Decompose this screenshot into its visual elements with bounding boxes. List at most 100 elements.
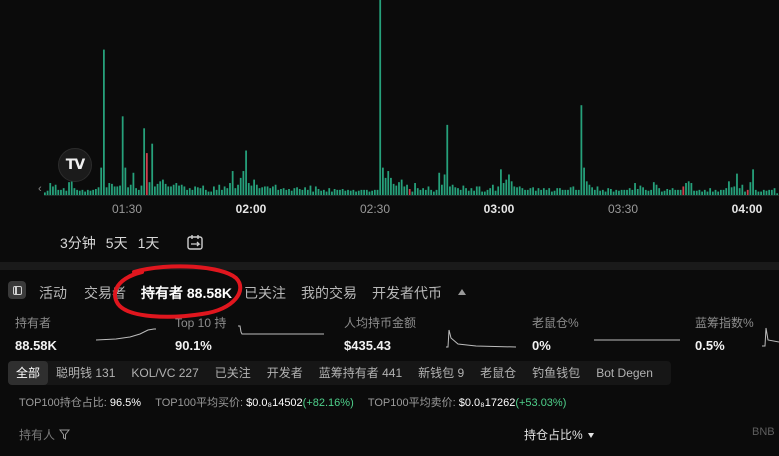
interval-1d[interactable]: 1天 <box>138 233 160 253</box>
volume-bar-up <box>239 177 242 195</box>
volume-bar-up <box>62 188 65 195</box>
filter-bot-degen[interactable]: Bot Degen <box>588 361 661 385</box>
column-share[interactable]: 持仓占比% <box>524 426 595 443</box>
filter-developer[interactable]: 开发者 <box>259 361 311 385</box>
collapse-up-icon[interactable] <box>458 289 466 295</box>
volume-bar-up <box>231 171 234 195</box>
interval-5d[interactable]: 5天 <box>106 233 128 253</box>
volume-bar-up <box>387 171 390 195</box>
volume-bar-up <box>537 188 540 195</box>
volume-bar-up <box>644 189 647 195</box>
volume-bar-up <box>752 169 754 195</box>
volume-bar-up <box>360 189 363 195</box>
volume-bar-up <box>298 189 301 195</box>
interval-3min[interactable]: 3分钟 <box>60 233 96 253</box>
tab-dev-tokens[interactable]: 开发者代币 <box>372 283 442 303</box>
volume-bar-up <box>550 191 553 195</box>
volume-bar-up <box>274 184 277 195</box>
replay-calendar-icon[interactable] <box>185 234 205 252</box>
tab-holders[interactable]: 持有者 88.58K <box>141 283 232 303</box>
volume-bar-up <box>773 188 776 195</box>
filter-smart-money[interactable]: 聪明钱 131 <box>48 361 123 385</box>
tab-traders[interactable]: 交易者 <box>84 283 126 303</box>
volume-bar-up <box>285 189 288 195</box>
volume-bar-up <box>760 191 762 195</box>
volume-bar-up <box>575 189 577 195</box>
volume-bar-up <box>167 186 170 195</box>
filter-kol-vc[interactable]: KOL/VC 227 <box>123 361 206 385</box>
volume-bar-up <box>687 181 690 195</box>
filter-all[interactable]: 全部 <box>8 361 49 385</box>
volume-bar-up <box>390 177 392 195</box>
filter-bluechip-holders[interactable]: 蓝筹持有者 441 <box>311 361 410 385</box>
volume-bar-up <box>188 188 191 195</box>
volume-bar-up <box>180 184 183 195</box>
volume-bar-up <box>269 188 272 195</box>
volume-bar-up <box>266 186 269 195</box>
tab-my-trades[interactable]: 我的交易 <box>301 283 357 303</box>
top100-sell-change: (+53.03%) <box>515 397 567 409</box>
volume-bar-up <box>502 183 505 195</box>
volume-bar-up <box>658 188 661 195</box>
volume-bar-up <box>44 192 46 195</box>
panel-toggle-button[interactable] <box>8 281 26 299</box>
volume-bar-up <box>483 191 486 195</box>
tab-activity[interactable]: 活动 <box>39 283 67 303</box>
tab-followed[interactable]: 已关注 <box>244 283 286 303</box>
volume-bar-up <box>140 185 143 195</box>
volume-bar-up <box>213 186 215 195</box>
volume-bar-up <box>148 182 151 195</box>
top10-sparkline <box>238 325 324 335</box>
holders-sparkline <box>96 328 156 341</box>
volume-bar-up <box>242 171 245 195</box>
tradingview-logo-icon[interactable]: TV <box>58 148 92 182</box>
volume-bar-up <box>457 188 459 195</box>
volume-bar-down <box>408 189 411 195</box>
scroll-left-icon[interactable]: ‹ <box>38 183 42 195</box>
volume-bar-up <box>97 187 100 195</box>
volume-bar-up <box>191 189 194 195</box>
filter-rat-warehouse[interactable]: 老鼠仓 <box>472 361 524 385</box>
volume-bar-up <box>599 190 602 195</box>
volume-bar-up <box>703 189 706 195</box>
section-divider <box>0 262 779 270</box>
volume-bar-up <box>306 189 309 195</box>
volume-bar-up <box>626 189 628 195</box>
stat-value: $435.43 <box>344 338 391 353</box>
column-bnb[interactable]: BNB <box>752 426 775 438</box>
volume-bar-up <box>679 189 682 195</box>
holders-count: 88.58K <box>186 285 233 301</box>
volume-bar-up <box>119 185 121 195</box>
volume-bar-up <box>296 187 298 195</box>
top100-sell-value: $0.0₈17262 <box>458 397 516 409</box>
volume-bar-up <box>103 49 105 195</box>
sidebar-icon <box>12 285 22 295</box>
column-holder[interactable]: 持有人 <box>19 426 71 443</box>
volume-bar-up <box>577 189 580 195</box>
volume-bar-up <box>596 186 599 195</box>
volume-bar-up <box>280 189 282 195</box>
volume-bar-up <box>60 189 62 195</box>
volume-bar-up <box>312 191 315 195</box>
volume-bar-up <box>92 189 95 195</box>
volume-bar-up <box>129 184 132 195</box>
volume-bar-up <box>365 189 368 195</box>
volume-bar-up <box>441 184 443 195</box>
stat-holders: 持有者 88.58K <box>15 314 57 353</box>
top100-sell-label: TOP100平均卖价: <box>367 397 456 409</box>
filter-phishing-wallets[interactable]: 钓鱼钱包 <box>524 361 588 385</box>
volume-bar-up <box>690 183 693 195</box>
filter-followed[interactable]: 已关注 <box>207 361 259 385</box>
volume-bar-up <box>709 188 712 195</box>
volume-bar-up <box>443 174 446 195</box>
volume-bar-up <box>258 188 261 195</box>
volume-chart[interactable]: TV ‹ 01:30 02:00 02:30 03:00 03:30 04:00 <box>0 0 779 222</box>
filter-funnel-icon[interactable] <box>59 429 71 440</box>
volume-bar-up <box>636 189 639 195</box>
volume-bar-up <box>70 180 73 195</box>
volume-bar-up <box>288 189 290 195</box>
volume-bar-up <box>199 188 202 195</box>
filter-new-wallets[interactable]: 新钱包 9 <box>410 361 472 385</box>
interval-selector: 3分钟 5天 1天 <box>60 233 205 253</box>
volume-bar-up <box>352 189 355 195</box>
